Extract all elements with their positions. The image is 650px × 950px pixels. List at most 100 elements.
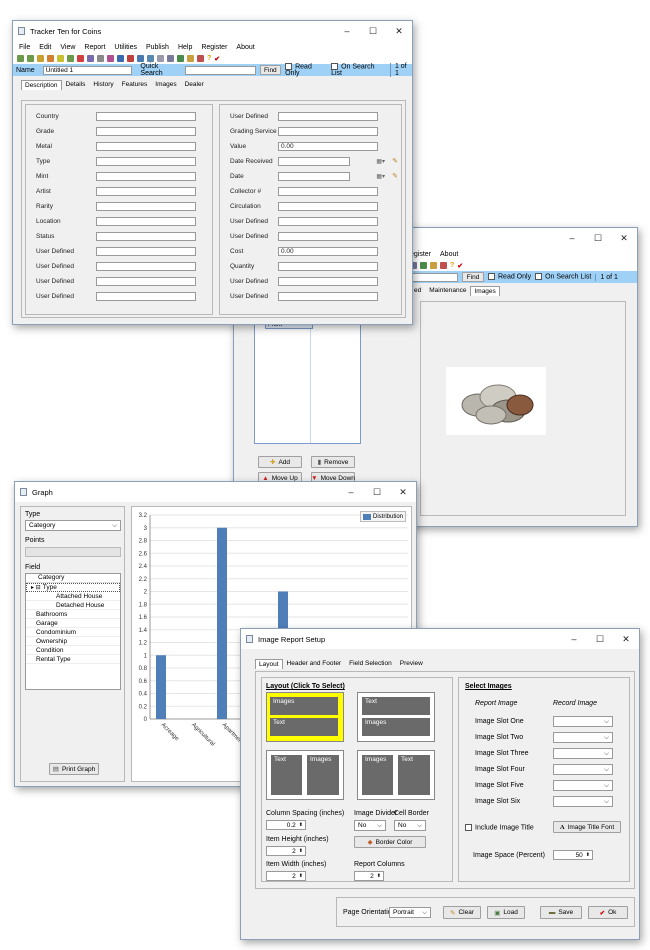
- include-image-title-option[interactable]: Include Image Title: [465, 824, 534, 831]
- right_fields-input[interactable]: [278, 201, 378, 211]
- expand-icon[interactable]: ▸ ⊟: [31, 584, 41, 591]
- report-icon[interactable]: [197, 55, 204, 62]
- minimize-icon[interactable]: –: [334, 26, 360, 37]
- border-color-button[interactable]: ◆ Border Color: [354, 836, 426, 848]
- list-icon[interactable]: [147, 55, 154, 62]
- left_fields-input[interactable]: [96, 111, 196, 121]
- add-button[interactable]: ✚ Add: [258, 456, 302, 468]
- report-icon[interactable]: [440, 262, 447, 269]
- field-tree[interactable]: Category ▸ ⊟ Type Attached House Detached …: [25, 573, 121, 690]
- tree-item[interactable]: Ownership: [26, 637, 120, 646]
- right_fields-input[interactable]: 0.00: [278, 246, 378, 256]
- points-stepper[interactable]: [25, 547, 121, 557]
- type-select[interactable]: Category ⌵: [25, 520, 121, 531]
- item-height-spinner[interactable]: 2 ⬍: [266, 846, 306, 856]
- add-record-icon[interactable]: [67, 55, 74, 62]
- layout-option-text-images[interactable]: Text Images: [357, 692, 435, 742]
- include-image-title-checkbox[interactable]: [465, 824, 472, 831]
- close-icon[interactable]: ✕: [613, 634, 639, 645]
- right_fields-input[interactable]: [278, 291, 378, 301]
- images-on-search-list[interactable]: On Search List: [535, 273, 591, 281]
- edit-date-icon[interactable]: ✎: [392, 172, 398, 180]
- read-only-checkbox[interactable]: [488, 273, 495, 281]
- on-search-list-option[interactable]: On Search List: [331, 62, 386, 77]
- left_fields-input[interactable]: [96, 231, 196, 241]
- tab-features[interactable]: Features: [118, 79, 152, 90]
- menu-register[interactable]: egister: [410, 251, 431, 258]
- menu-publish[interactable]: Publish: [146, 44, 169, 51]
- export-icon[interactable]: [127, 55, 134, 62]
- print-icon[interactable]: [167, 55, 174, 62]
- layout-option-images-left[interactable]: Images Text: [357, 750, 435, 800]
- print-graph-button[interactable]: ▤ Print Graph: [49, 763, 99, 775]
- clear-button[interactable]: ✎ Clear: [443, 906, 481, 919]
- left_fields-input[interactable]: [96, 126, 196, 136]
- report-columns-spinner[interactable]: 2 ⬍: [354, 871, 384, 881]
- tab-maintenance[interactable]: Maintenance: [425, 285, 470, 296]
- left_fields-input[interactable]: [96, 261, 196, 271]
- name-input[interactable]: Untitled 1: [42, 65, 133, 75]
- close-icon[interactable]: ✕: [611, 233, 637, 244]
- left_fields-input[interactable]: [96, 141, 196, 151]
- close-icon[interactable]: ✕: [390, 487, 416, 498]
- image-slot-select[interactable]: ⌵: [553, 732, 613, 743]
- image-divider-select[interactable]: No ⌵: [354, 820, 386, 831]
- filter-icon[interactable]: [57, 55, 64, 62]
- tree-item[interactable]: Condominium: [26, 628, 120, 637]
- menu-report[interactable]: Report: [84, 44, 105, 51]
- right_fields-input[interactable]: [278, 231, 378, 241]
- image-slot-select[interactable]: ⌵: [553, 764, 613, 775]
- right_fields-input[interactable]: 0.00: [278, 141, 378, 151]
- read-only-option[interactable]: Read Only: [285, 62, 327, 77]
- left_fields-input[interactable]: [96, 276, 196, 286]
- menu-about[interactable]: About: [440, 251, 458, 258]
- previous-record-icon[interactable]: [27, 55, 34, 62]
- help-icon[interactable]: ?: [207, 55, 211, 62]
- menu-register[interactable]: Register: [201, 44, 227, 51]
- layout-option-images-text[interactable]: Images Text: [266, 692, 344, 742]
- menu-view[interactable]: View: [60, 44, 75, 51]
- page-orientation-select[interactable]: Portrait ⌵: [389, 907, 431, 918]
- tab-details[interactable]: Details: [62, 79, 90, 90]
- tab-layout[interactable]: Layout: [255, 659, 283, 669]
- left_fields-input[interactable]: [96, 201, 196, 211]
- folder-icon[interactable]: [187, 55, 194, 62]
- image-slot-select[interactable]: ⌵: [553, 716, 613, 727]
- right_fields-input[interactable]: [278, 111, 378, 121]
- edit-date-icon[interactable]: ✎: [392, 157, 398, 165]
- minimize-icon[interactable]: –: [338, 487, 364, 498]
- left_fields-input[interactable]: [96, 291, 196, 301]
- tab-field-selection[interactable]: Field Selection: [345, 658, 396, 669]
- image-space-spinner[interactable]: 50 ⬍: [553, 850, 593, 860]
- minimize-icon[interactable]: –: [559, 233, 585, 244]
- cell-border-select[interactable]: No ⌵: [394, 820, 426, 831]
- left_fields-input[interactable]: [96, 171, 196, 181]
- edit-icon[interactable]: [107, 55, 114, 62]
- tree-item[interactable]: ▸ ⊟ Type: [26, 583, 120, 592]
- tab-header-footer[interactable]: Header and Footer: [283, 658, 346, 669]
- menu-about[interactable]: About: [236, 44, 254, 51]
- maximize-icon[interactable]: ☐: [585, 233, 611, 244]
- tree-item[interactable]: Bathrooms: [26, 610, 120, 619]
- copy-icon[interactable]: [97, 55, 104, 62]
- tab-dealer[interactable]: Dealer: [181, 79, 208, 90]
- on-search-list-checkbox[interactable]: [535, 273, 543, 281]
- quick-search-input[interactable]: [185, 65, 256, 75]
- image-slot-select[interactable]: ⌵: [553, 796, 613, 807]
- calendar-icon[interactable]: ▦▾: [376, 173, 385, 180]
- images-search-input[interactable]: [408, 272, 458, 282]
- maximize-icon[interactable]: ☐: [360, 26, 386, 37]
- right_fields-input[interactable]: [278, 186, 378, 196]
- left_fields-input[interactable]: [96, 186, 196, 196]
- maximize-icon[interactable]: ☐: [587, 634, 613, 645]
- globe-icon[interactable]: [420, 262, 427, 269]
- grid-icon[interactable]: [157, 55, 164, 62]
- tab-images[interactable]: Images: [470, 286, 500, 296]
- images-find-button[interactable]: Find: [462, 272, 484, 282]
- left_fields-input[interactable]: [96, 156, 196, 166]
- load-button[interactable]: ▣ Load: [487, 906, 525, 919]
- tab-history[interactable]: History: [89, 79, 117, 90]
- right_fields-input[interactable]: [278, 276, 378, 286]
- folder-icon[interactable]: [430, 262, 437, 269]
- minimize-icon[interactable]: –: [561, 634, 587, 645]
